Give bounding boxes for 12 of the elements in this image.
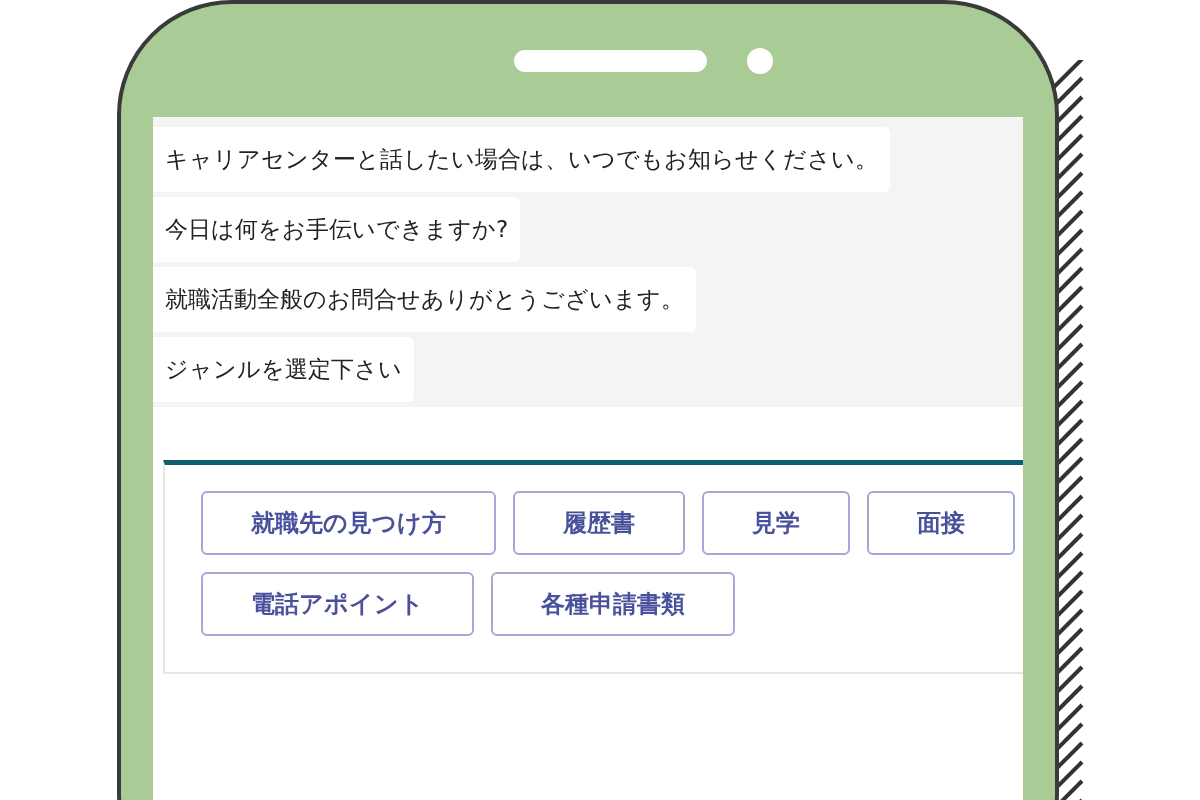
speaker-icon	[513, 49, 707, 72]
chat-bubble: 今日は何をお手伝いできますか?	[153, 197, 521, 262]
genre-button[interactable]: 面接	[867, 491, 1015, 555]
genre-button[interactable]: 就職先の見つけ方	[201, 491, 496, 555]
genre-button[interactable]: 履歴書	[513, 491, 685, 555]
genre-button[interactable]: 各種申請書類	[491, 572, 735, 636]
genre-button[interactable]: 見学	[702, 491, 850, 555]
camera-icon	[746, 47, 773, 74]
chat-bubble: ジャンルを選定下さい	[153, 337, 414, 402]
chat-bubble: 就職活動全般のお問合せありがとうございます。	[153, 267, 696, 332]
chat-bubble: キャリアセンターと話したい場合は、いつでもお知らせください。	[153, 127, 890, 192]
genre-button[interactable]: 電話アポイント	[201, 572, 474, 636]
